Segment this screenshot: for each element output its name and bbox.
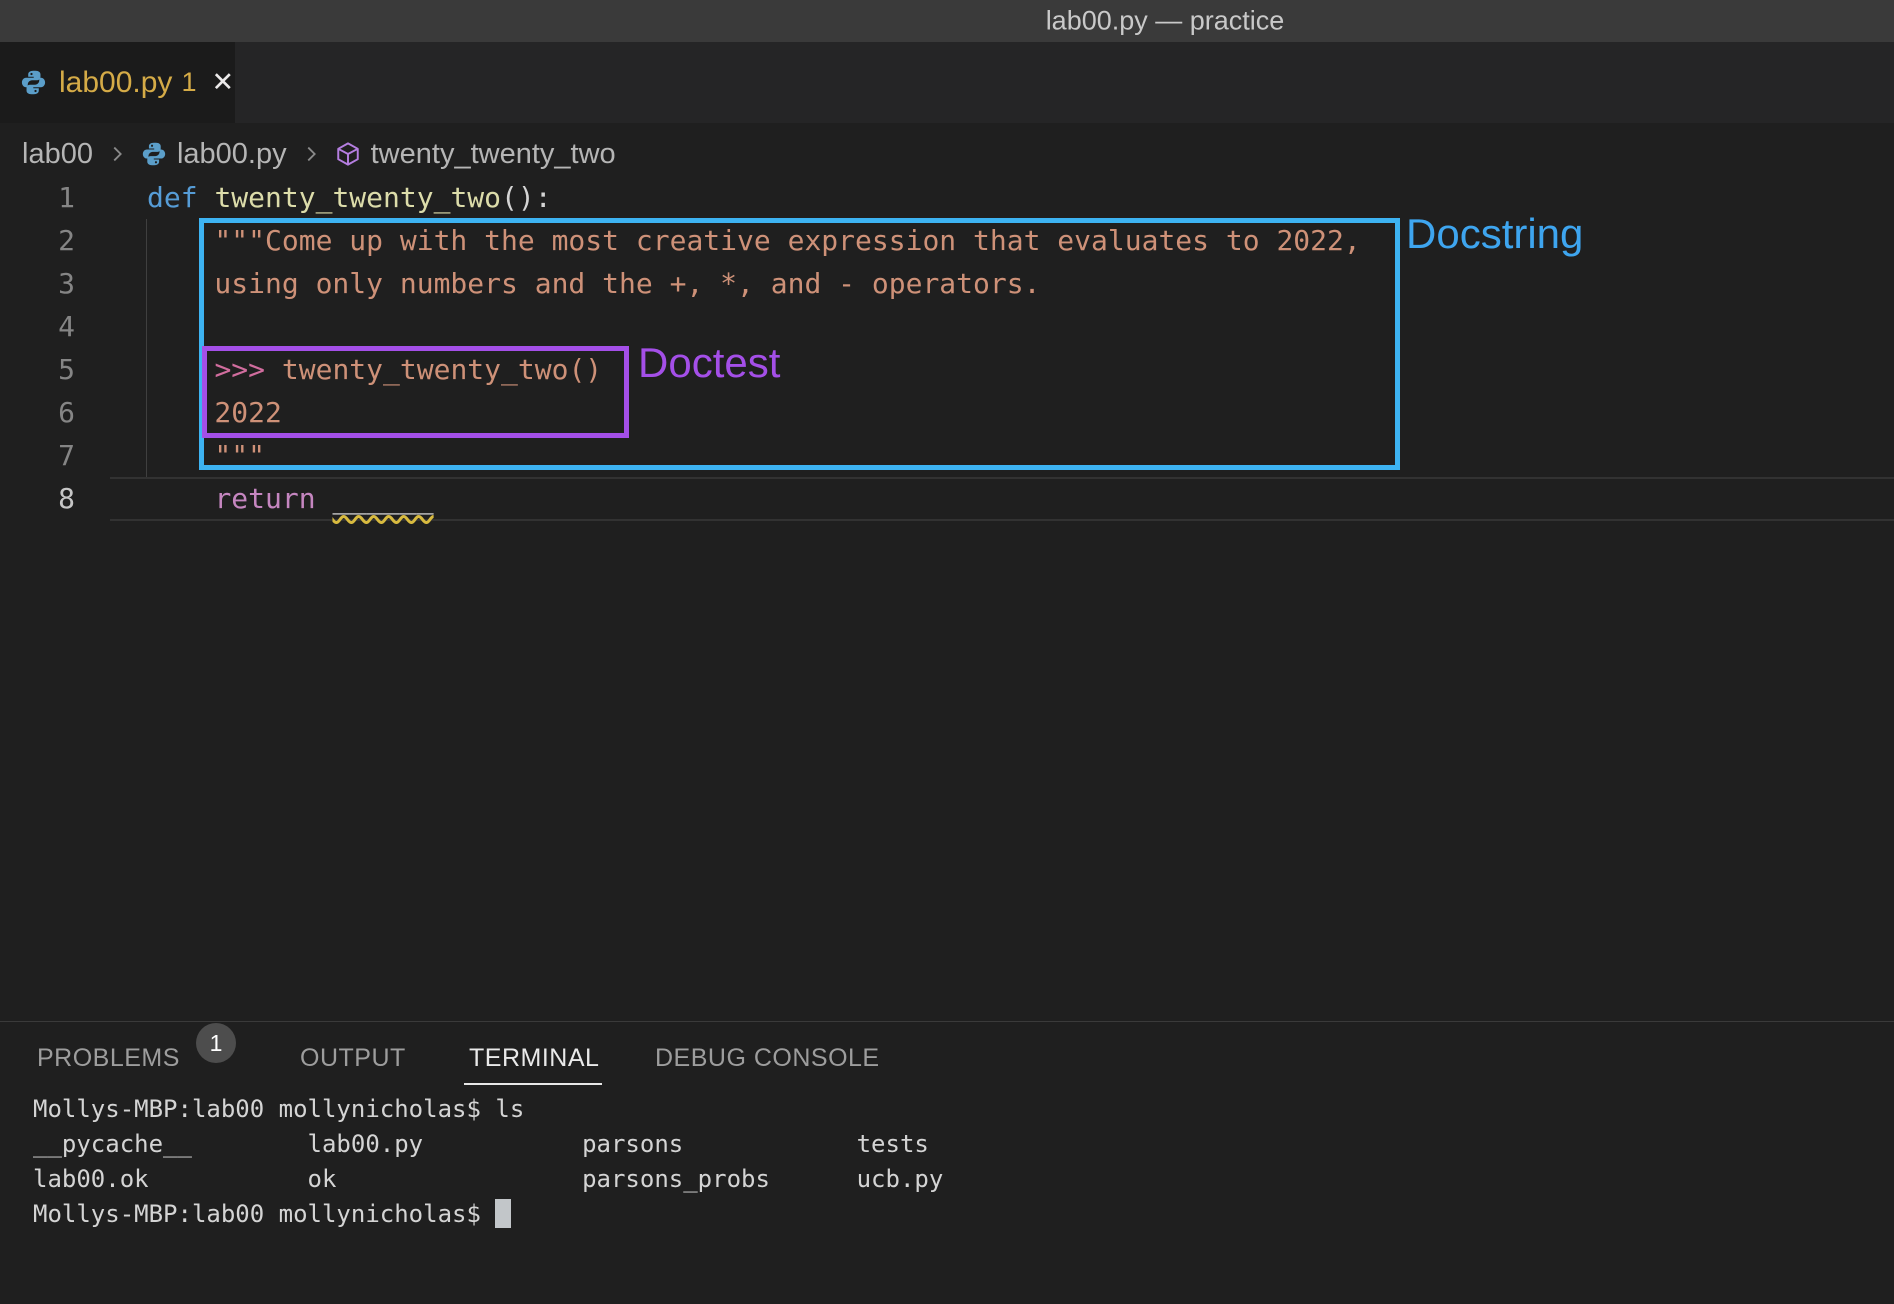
terminal-output[interactable]: Mollys-MBP:lab00 mollynicholas$ ls __pyc… xyxy=(33,1092,943,1232)
code-line-text: return ______ xyxy=(147,482,434,515)
symbol-method-icon xyxy=(335,141,361,167)
line-number[interactable]: 5 xyxy=(0,353,75,386)
code-line-text: """Come up with the most creative expres… xyxy=(147,224,1361,257)
tab-terminal[interactable]: TERMINAL xyxy=(469,1044,599,1073)
chevron-right-icon xyxy=(106,143,128,165)
line-number[interactable]: 3 xyxy=(0,267,75,300)
terminal-cursor xyxy=(495,1199,511,1228)
line-number[interactable]: 8 xyxy=(0,482,75,515)
line-number[interactable]: 1 xyxy=(0,181,75,214)
code-line[interactable]: 5 >>> twenty_twenty_two() xyxy=(0,348,1894,391)
code-line-text: using only numbers and the +, *, and - o… xyxy=(147,267,1040,300)
python-icon xyxy=(20,69,47,96)
line-number[interactable]: 4 xyxy=(0,310,75,343)
code-line-text: """ xyxy=(147,439,265,472)
code-editor[interactable]: 1 def twenty_twenty_two(): 2 """Come up wi… xyxy=(0,176,1894,520)
line-number[interactable]: 2 xyxy=(0,224,75,257)
code-line[interactable]: 7 """ xyxy=(0,434,1894,477)
line-number[interactable]: 7 xyxy=(0,439,75,472)
breadcrumb-file[interactable]: lab00.py xyxy=(177,138,287,171)
close-icon[interactable]: ✕ xyxy=(211,67,234,98)
code-line[interactable]: 6 2022 xyxy=(0,391,1894,434)
breadcrumb-symbol[interactable]: twenty_twenty_two xyxy=(371,138,616,171)
tab-lab00[interactable]: lab00.py 1 ✕ xyxy=(0,42,235,123)
tab-problems[interactable]: PROBLEMS xyxy=(37,1044,180,1073)
tab-problem-count: 1 xyxy=(181,67,196,98)
code-line-text: 2022 xyxy=(147,396,282,429)
panel-divider xyxy=(0,1021,1894,1022)
doctest-annotation-label: Doctest xyxy=(638,339,780,387)
code-line[interactable]: 4 xyxy=(0,305,1894,348)
code-line[interactable]: 1 def twenty_twenty_two(): xyxy=(0,176,1894,219)
tab-filename: lab00.py xyxy=(59,66,172,100)
line-number[interactable]: 6 xyxy=(0,396,75,429)
docstring-annotation-label: Docstring xyxy=(1406,210,1583,258)
code-line-text: >>> twenty_twenty_two() xyxy=(147,353,602,386)
tab-output[interactable]: OUTPUT xyxy=(300,1044,406,1073)
code-line[interactable]: 8 return ______ xyxy=(0,477,1894,520)
active-tab-underline xyxy=(464,1083,602,1085)
code-line[interactable]: 2 """Come up with the most creative expr… xyxy=(0,219,1894,262)
problems-count-badge: 1 xyxy=(196,1023,236,1063)
tab-debug-console[interactable]: DEBUG CONSOLE xyxy=(655,1044,880,1073)
code-line-text: def twenty_twenty_two(): xyxy=(147,181,552,214)
breadcrumb-folder[interactable]: lab00 xyxy=(22,138,93,171)
title-bar: lab00.py — practice xyxy=(0,0,1894,42)
chevron-right-icon xyxy=(300,143,322,165)
tab-bar: lab00.py 1 ✕ xyxy=(0,42,1894,123)
window-title: lab00.py — practice xyxy=(1046,6,1285,37)
code-line[interactable]: 3 using only numbers and the +, *, and -… xyxy=(0,262,1894,305)
python-icon xyxy=(141,141,167,167)
